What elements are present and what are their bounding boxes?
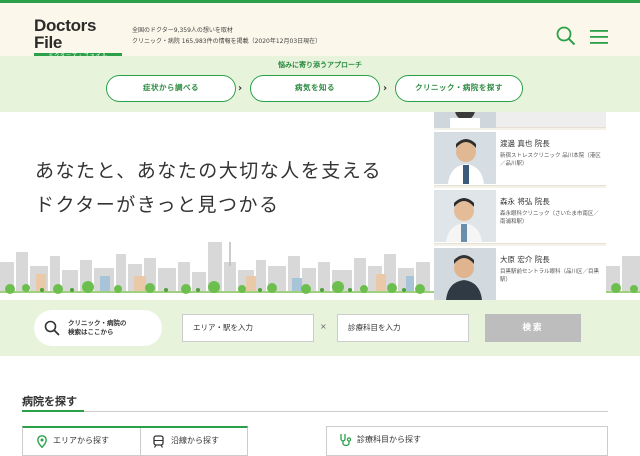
doctor-clinic: 森永眼科クリニック（さいたま市南区／南浦和駅） bbox=[500, 211, 599, 225]
search-tabs: エリアから探す 沿線から探す bbox=[22, 426, 248, 456]
stats-doctors: 全国のドクター9,359人の想いを取材 bbox=[132, 27, 233, 34]
doctor-photo bbox=[434, 248, 496, 300]
chevron-right-icon: › bbox=[238, 83, 243, 94]
doctor-card-partial[interactable] bbox=[434, 112, 606, 128]
doctor-photo bbox=[434, 132, 496, 184]
clinic-search-button[interactable]: クリニック・病院を探す bbox=[395, 75, 523, 102]
doctor-photo bbox=[434, 112, 496, 128]
doctor-card[interactable]: 森永 将弘 院長 森永眼科クリニック（さいたま市南区／南浦和駅） bbox=[434, 188, 606, 244]
doctor-name: 大原 宏介 院長 bbox=[500, 255, 550, 264]
approach-section: 悩みに寄り添うアプローチ 症状から調べる › 病気を知る › クリニック・病院を… bbox=[0, 56, 640, 112]
menu-icon[interactable] bbox=[590, 29, 608, 44]
map-pin-icon bbox=[37, 435, 47, 448]
disease-info-button[interactable]: 病気を知る bbox=[250, 75, 380, 102]
tab-department-label: 診療科目から探す bbox=[357, 435, 421, 444]
featured-doctors: 渡邊 真也 院長 新宿ストレスクリニック 品川本院（港区／品川駅） 森永 将弘 … bbox=[434, 112, 606, 300]
search-label-line: 検索はここから bbox=[68, 328, 114, 336]
stats-clinics: クリニック・病院 165,983件の情報を掲載（2020年12月03日現在） bbox=[132, 38, 322, 45]
area-station-input[interactable]: エリア・駅を入力 bbox=[182, 314, 314, 342]
doctor-name: 森永 将弘 院長 bbox=[500, 197, 550, 206]
department-input[interactable]: 診療科目を入力 bbox=[337, 314, 469, 342]
doctor-photo bbox=[434, 190, 496, 242]
logo-text: Doctors File bbox=[34, 16, 97, 52]
hero-banner: あなたと、あなたの大切な人を支える ドクターがきっと見つかる 渡邊 真也 院長 … bbox=[0, 112, 640, 300]
tab-area-search[interactable]: エリアから探す bbox=[23, 428, 141, 456]
stethoscope-icon bbox=[340, 434, 352, 447]
site-stats: 全国のドクター9,359人の想いを取材 クリニック・病院 165,983件の情報… bbox=[132, 25, 321, 47]
search-label-bubble: クリニック・病院の 検索はここから bbox=[34, 310, 162, 346]
find-hospital-heading: 病院を探す bbox=[22, 395, 77, 408]
clinic-search-bar: クリニック・病院の 検索はここから エリア・駅を入力 × 診療科目を入力 検索 bbox=[0, 300, 640, 356]
doctor-card[interactable]: 大原 宏介 院長 目黒駅前セントラル眼科（品川区／目黒駅） bbox=[434, 246, 606, 300]
site-logo[interactable]: Doctors File ドクターズ・ファイル bbox=[34, 17, 122, 60]
doctor-clinic: 目黒駅前セントラル眼科（品川区／目黒駅） bbox=[500, 269, 600, 283]
section-divider bbox=[22, 411, 608, 412]
symptom-search-button[interactable]: 症状から調べる bbox=[106, 75, 236, 102]
search-submit-button[interactable]: 検索 bbox=[485, 314, 581, 342]
section-divider-accent bbox=[22, 410, 84, 412]
doctor-card[interactable]: 渡邊 真也 院長 新宿ストレスクリニック 品川本院（港区／品川駅） bbox=[434, 130, 606, 186]
site-header: Doctors File ドクターズ・ファイル 全国のドクター9,359人の想い… bbox=[0, 0, 640, 60]
hero-headline-line2: ドクターがきっと見つかる bbox=[35, 194, 280, 216]
search-label-line: クリニック・病院の bbox=[68, 319, 127, 327]
search-icon[interactable] bbox=[556, 26, 576, 46]
search-label-text: クリニック・病院の 検索はここから bbox=[68, 319, 126, 337]
train-icon bbox=[153, 435, 164, 448]
doctor-clinic: 新宿ストレスクリニック 品川本院（港区／品川駅） bbox=[500, 153, 601, 167]
tab-line-search[interactable]: 沿線から探す bbox=[141, 428, 247, 456]
doctor-name: 渡邊 真也 院長 bbox=[500, 139, 550, 148]
chevron-right-icon: › bbox=[383, 83, 388, 94]
search-icon bbox=[44, 320, 60, 336]
hero-headline-line1: あなたと、あなたの大切な人を支える bbox=[35, 160, 383, 182]
approach-title: 悩みに寄り添うアプローチ bbox=[278, 61, 362, 69]
times-separator: × bbox=[320, 322, 327, 331]
tab-department-search[interactable]: 診療科目から探す bbox=[326, 426, 608, 456]
tab-line-label: 沿線から探す bbox=[171, 436, 219, 445]
tab-area-label: エリアから探す bbox=[53, 436, 109, 445]
